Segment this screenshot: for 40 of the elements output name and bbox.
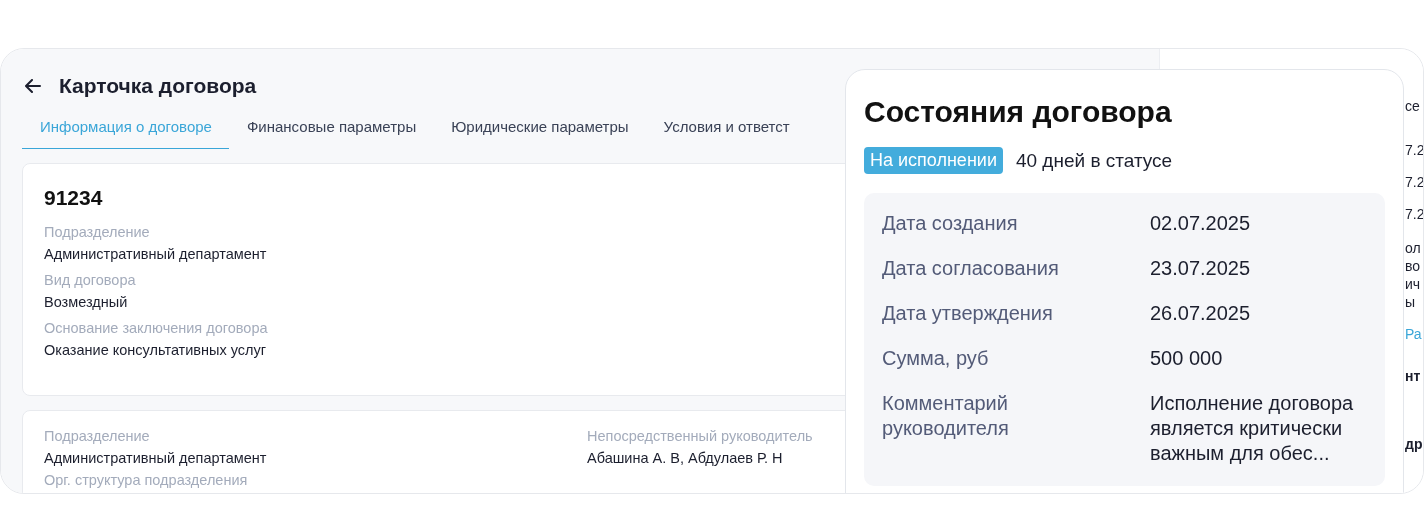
text-fragment: ич [1405, 275, 1421, 293]
status-badge: На исполнении [864, 147, 1003, 174]
back-arrow-icon[interactable] [25, 79, 41, 93]
field-label: Подразделение [44, 427, 150, 446]
field-value: Возмездный [44, 293, 128, 312]
detail-label: Комментарий руководителя [882, 391, 1010, 441]
text-fragment: во [1405, 257, 1421, 275]
field-value: Абашина А. В, Абдулаев Р. Н [587, 449, 783, 468]
field-value: Административный департамент [44, 245, 267, 264]
text-fragment: ол [1405, 239, 1421, 257]
detail-label: Дата согласования [882, 256, 1060, 281]
field-label: Непосредственный руководитель [587, 427, 813, 446]
tab[interactable]: Юридические параметры [433, 108, 646, 149]
field-value: Оказание консультативных услуг [44, 341, 267, 360]
field-label: Вид договора [44, 271, 136, 290]
text-fragment: 7.2 [1405, 141, 1423, 159]
field-label: Орг. структура подразделения [44, 471, 248, 490]
detail-value: 02.07.2025 [1150, 211, 1252, 236]
detail-label: Дата утверждения [882, 301, 1054, 326]
detail-label: Дата создания [882, 211, 1019, 236]
detail-value: 26.07.2025 [1150, 301, 1252, 326]
popup-title: Состояния договора [864, 94, 1173, 130]
tab[interactable]: Финансовые параметры [228, 108, 434, 149]
tab[interactable]: Условия и ответст [645, 108, 807, 149]
field-label: Подразделение [44, 223, 150, 242]
text-fragment: 7.2 [1405, 173, 1423, 191]
text-fragment: 7.2 [1405, 205, 1423, 223]
text-fragment: др [1405, 435, 1423, 453]
text-fragment: се [1405, 97, 1420, 115]
field-value: Административный департамент [44, 449, 267, 468]
detail-value: 500 000 [1150, 346, 1224, 371]
detail-value: Исполнение договора является критически важным для обес... [1150, 391, 1355, 466]
text-fragment: ы [1405, 293, 1416, 311]
detail-value: 23.07.2025 [1150, 256, 1252, 281]
contract-number: 91234 [44, 186, 104, 210]
text-fragment: нт [1405, 367, 1421, 385]
detail-label: Сумма, руб [882, 346, 990, 371]
status-duration: 40 дней в статусе [1015, 149, 1173, 172]
field-label: Основание заключения договора [44, 319, 268, 338]
page-title: Карточка договора [59, 74, 257, 98]
